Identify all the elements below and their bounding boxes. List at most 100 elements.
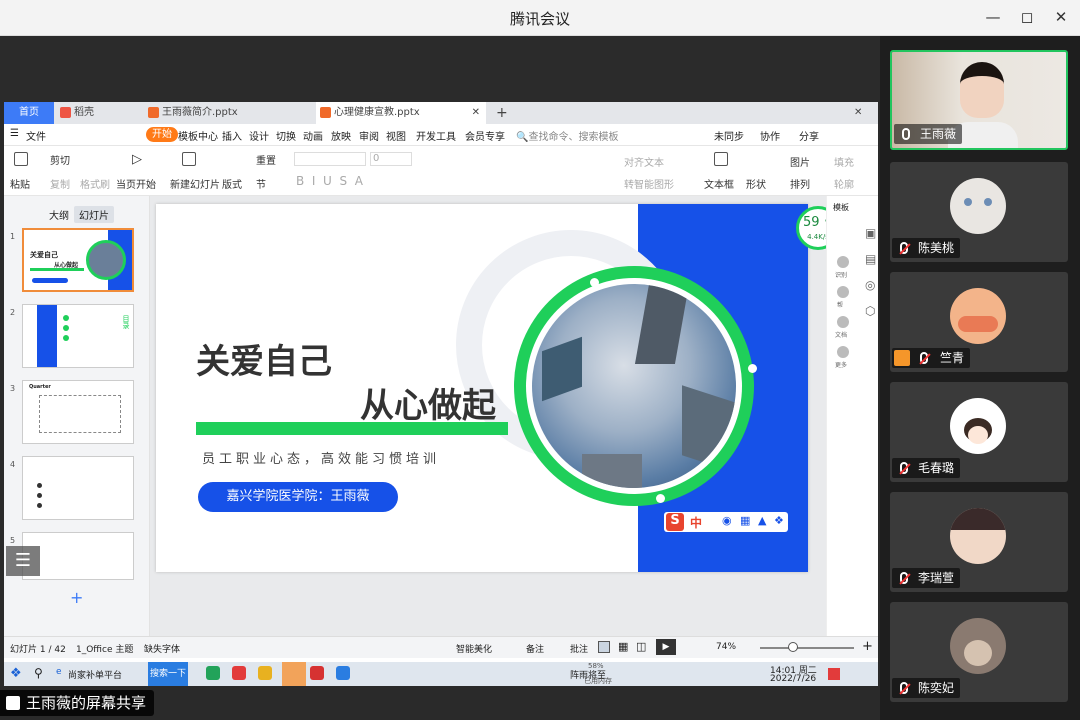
copy-button[interactable]: 复制 [50, 176, 70, 191]
missing-font[interactable]: 缺失字体 [144, 642, 180, 655]
taskbar-search-button[interactable]: 搜索一下 [148, 662, 188, 686]
menu-template[interactable]: 模板中心 [178, 128, 218, 143]
location-icon[interactable]: ◎ [865, 278, 875, 292]
minimize-icon[interactable]: — [982, 6, 1004, 28]
tab-slides[interactable]: 幻灯片 [74, 206, 114, 223]
smart-beautify-button[interactable]: 智能美化 [456, 642, 492, 655]
wechat-active-icon[interactable] [282, 662, 306, 686]
menu-view[interactable]: 视图 [386, 128, 406, 143]
menu-insert[interactable]: 插入 [222, 128, 242, 143]
textbox-button[interactable]: 文本框 [704, 176, 734, 191]
normal-view-icon[interactable] [598, 641, 610, 653]
tab-file-intro[interactable]: 王雨薇简介.pptx [144, 102, 304, 124]
ie-icon[interactable]: e [56, 667, 62, 677]
list-menu-icon[interactable]: ☰ [6, 546, 40, 576]
zoom-slider-handle[interactable] [788, 642, 798, 652]
doc-icon[interactable] [837, 316, 849, 328]
windows-start-icon[interactable]: ❖ [10, 666, 22, 681]
right-strip-template[interactable]: 模板 [833, 202, 849, 213]
font-style-icons[interactable]: B I U S A [296, 174, 363, 188]
tab-home[interactable]: 首页 [4, 102, 54, 124]
slide-thumb-2[interactable]: 目录 [22, 304, 134, 368]
zoom-in-icon[interactable]: + [862, 639, 873, 654]
participant-name-tag: 毛春璐 [892, 458, 961, 478]
maximize-icon[interactable]: ◻ [1016, 6, 1038, 28]
tab-outline[interactable]: 大纲 [44, 206, 74, 223]
app-icon-green[interactable] [206, 666, 220, 680]
cube-icon[interactable]: ⬡ [865, 304, 875, 318]
participant-tile-6[interactable]: 陈奕妃 [890, 602, 1068, 702]
paste-button[interactable]: 粘贴 [10, 176, 30, 191]
participant-tile-2[interactable]: 陈美桃 [890, 162, 1068, 262]
taskbar-browser-label[interactable]: 尚家补单平台 [68, 668, 122, 681]
section-button[interactable]: 节 [256, 176, 266, 191]
play-icon[interactable]: ▷ [132, 152, 142, 167]
share-button[interactable]: 分享 [799, 128, 819, 143]
slide-thumb-3[interactable]: Quarter [22, 380, 134, 444]
layout-button[interactable]: 版式 [222, 176, 242, 191]
menu-design[interactable]: 设计 [249, 128, 269, 143]
menu-developer[interactable]: 开发工具 [416, 128, 456, 143]
font-size-select[interactable]: 0 [370, 152, 412, 166]
tab-daoke[interactable]: 稻壳 [56, 102, 142, 124]
cut-button[interactable]: 剪切 [50, 152, 70, 167]
ime-toolbar[interactable]: S 中 ◉ ▦ ▲ ❖ [664, 512, 788, 532]
wps-icon[interactable] [310, 666, 324, 680]
image-icon[interactable]: ▤ [865, 252, 876, 266]
notes-button[interactable]: 备注 [526, 642, 544, 655]
collaborate-button[interactable]: 协作 [760, 128, 780, 143]
meeting-icon[interactable] [336, 666, 350, 680]
current-slide[interactable]: 关爱自己 从心做起 员工职业心态，高效能习惯培训 嘉兴学院医学院：王雨薇 S 中… [156, 204, 808, 572]
menu-member[interactable]: 会员专享 [465, 128, 505, 143]
notification-icon[interactable] [828, 668, 840, 680]
format-painter-button[interactable]: 格式刷 [80, 176, 110, 191]
menu-review[interactable]: 审阅 [359, 128, 379, 143]
search-command[interactable]: 🔍查找命令、搜索模板 [516, 128, 618, 143]
more-icon[interactable] [837, 346, 849, 358]
from-current-button[interactable]: 当页开始 [116, 176, 156, 191]
reset-button[interactable]: 重置 [256, 152, 276, 167]
participant-tile-4[interactable]: 毛春璐 [890, 382, 1068, 482]
hamburger-icon[interactable]: ☰ [10, 128, 19, 139]
menu-slideshow[interactable]: 放映 [331, 128, 351, 143]
picture-button[interactable]: 图片 [790, 154, 810, 169]
unsynced-button[interactable]: 未同步 [714, 128, 744, 143]
app-icon-red[interactable] [232, 666, 246, 680]
folder-icon[interactable] [258, 666, 272, 680]
font-family-select[interactable] [294, 152, 366, 166]
smart-shape-button[interactable]: 转智能图形 [624, 176, 674, 191]
participant-tile-1[interactable]: 王雨薇 [890, 50, 1068, 150]
add-slide-icon[interactable]: + [70, 588, 83, 607]
outline-button[interactable]: 轮廓 [834, 176, 854, 191]
play-slideshow-icon[interactable]: ▶ [656, 639, 676, 655]
menu-start[interactable]: 开始 [146, 127, 178, 142]
align-text-button[interactable]: 对齐文本 [624, 154, 664, 169]
taskbar-search-icon[interactable]: ⚲ [34, 666, 43, 680]
textbox-icon[interactable] [714, 152, 728, 166]
menu-transition[interactable]: 切换 [276, 128, 296, 143]
shape-button[interactable]: 形状 [746, 176, 766, 191]
participant-tile-5[interactable]: 李瑞萱 [890, 492, 1068, 592]
slide-thumb-1[interactable]: 关爱自己 从心做起 [22, 228, 134, 292]
comment-button[interactable]: 批注 [570, 642, 588, 655]
new-slide-icon[interactable] [182, 152, 196, 166]
slide-thumb-4[interactable] [22, 456, 134, 520]
arrange-button[interactable]: 排列 [790, 176, 810, 191]
close-icon[interactable]: ✕ [1050, 6, 1072, 28]
tab-close-icon[interactable]: ✕ [472, 102, 480, 124]
help-icon[interactable] [837, 286, 849, 298]
panel-icon[interactable]: ▣ [865, 226, 876, 240]
paste-icon[interactable] [14, 152, 28, 166]
sorter-view-icon[interactable]: ▦ [618, 640, 628, 653]
new-tab-icon[interactable]: + [492, 102, 512, 124]
wps-close-icon[interactable]: ✕ [850, 102, 870, 124]
menu-animation[interactable]: 动画 [303, 128, 323, 143]
participant-tile-3[interactable]: 竺青 [890, 272, 1068, 372]
new-slide-button[interactable]: 新建幻灯片 [170, 176, 220, 191]
locate-icon[interactable] [837, 256, 849, 268]
tab-file-active[interactable]: 心理健康宣教.pptx ✕ [316, 102, 486, 124]
zoom-slider[interactable] [760, 647, 854, 649]
reading-view-icon[interactable]: ◫ [636, 640, 646, 653]
fill-button[interactable]: 填充 [834, 154, 854, 169]
menu-file[interactable]: 文件 [26, 128, 46, 143]
